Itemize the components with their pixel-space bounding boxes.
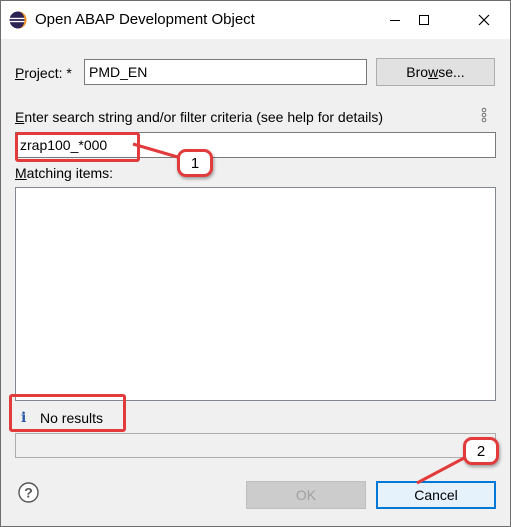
dialog-window: Open ABAP Development Object Project: * … [0,0,511,527]
maximize-button[interactable] [401,1,447,39]
close-icon [478,14,490,26]
minimize-icon [390,20,400,21]
project-value: PMD_EN [89,64,148,80]
window-title: Open ABAP Development Object [35,11,255,28]
matching-items-label: Matching items: [15,165,114,181]
browse-button[interactable]: Browse... [376,58,495,86]
eclipse-icon [9,11,27,29]
ok-button[interactable]: OK [246,481,366,509]
browse-label: Browse... [406,64,465,80]
view-menu-icon[interactable] [480,107,488,123]
close-button[interactable] [461,1,507,39]
callout-2-arrow [416,455,467,485]
highlight-no-results-callout [9,394,126,432]
project-label: Project: * [15,65,72,81]
matching-items-list[interactable] [15,187,496,401]
ok-label: OK [295,487,317,503]
cancel-label: Cancel [414,487,458,503]
help-icon[interactable]: ? [18,482,39,503]
callout-1-badge: 1 [177,149,213,177]
svg-text:?: ? [24,485,33,501]
maximize-icon [419,15,429,25]
highlight-search-callout [15,132,140,162]
search-label: Enter search string and/or filter criter… [15,109,384,125]
project-field[interactable]: PMD_EN [84,59,367,85]
title-bar: Open ABAP Development Object [1,1,510,39]
